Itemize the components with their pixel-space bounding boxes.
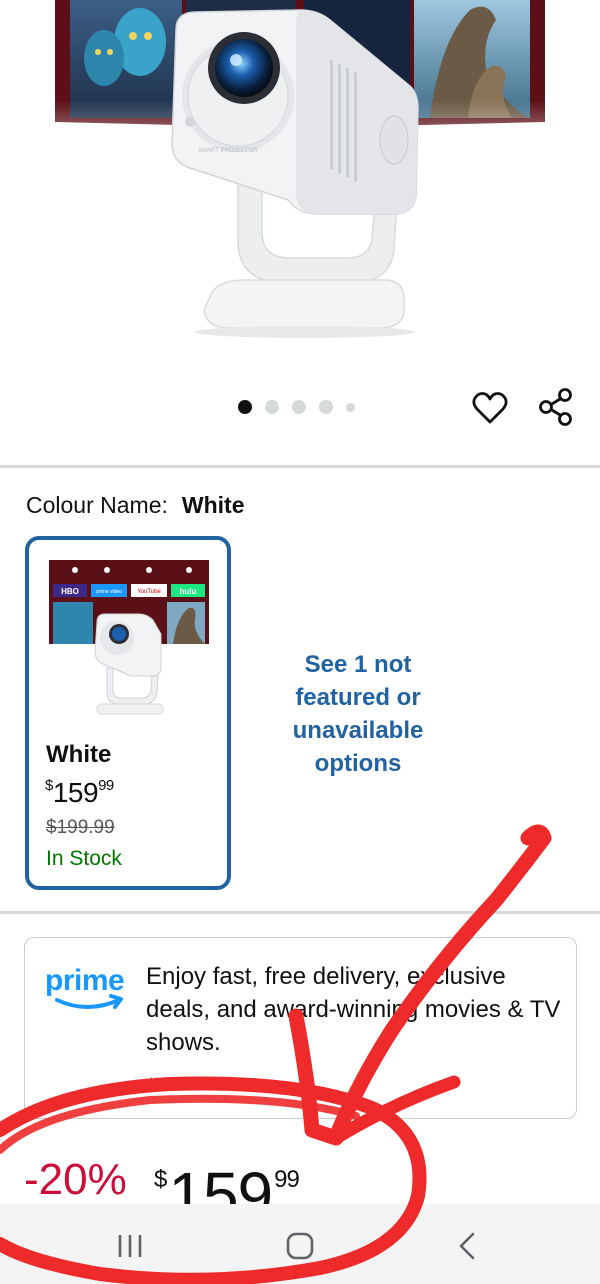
swatch-price-cents: 99 <box>98 777 114 794</box>
add-to-wishlist-button[interactable] <box>470 388 510 428</box>
thumb-app-prime-video: prime video <box>96 589 122 595</box>
back-icon <box>459 1232 475 1260</box>
heart-icon <box>472 392 508 424</box>
swatch-stock-status: In Stock <box>46 847 122 870</box>
colour-name-value: White <box>181 492 245 518</box>
device-label: SMART PROJECTOR <box>198 148 258 154</box>
prime-logo: prime <box>45 964 125 1009</box>
image-carousel-dots[interactable] <box>238 399 355 415</box>
thumb-app-youtube: YouTube <box>137 589 161 595</box>
back-button[interactable] <box>446 1224 490 1268</box>
thumb-app-hulu: hulu <box>180 587 197 596</box>
discount-percentage: -20% <box>24 1155 127 1204</box>
carousel-dot-2[interactable] <box>265 400 279 414</box>
carousel-dot-1[interactable] <box>238 400 252 414</box>
thumb-app-hbo: HBO <box>61 587 79 596</box>
colour-swatch-white[interactable]: HBO prime video YouTube hulu White $1599… <box>25 536 231 890</box>
price-currency: $ <box>154 1166 167 1193</box>
carousel-dot-5[interactable] <box>346 402 355 412</box>
see-unavailable-options-link[interactable]: See 1 not featured or unavailable option… <box>270 648 446 780</box>
section-divider <box>0 465 600 468</box>
product-image[interactable]: SMART PROJECTOR <box>0 0 600 380</box>
section-divider <box>0 911 600 914</box>
swatch-was-price: $199.99 <box>46 817 115 838</box>
colour-name-label: Colour Name: White <box>26 492 245 519</box>
prime-promo-more: ... <box>149 1066 167 1082</box>
swatch-thumbnail: HBO prime video YouTube hulu <box>49 560 209 720</box>
android-navigation-bar <box>0 1204 600 1284</box>
swatch-price-currency: $ <box>45 777 53 794</box>
recent-apps-button[interactable] <box>108 1224 152 1268</box>
swatch-price-whole: 159 <box>52 777 99 808</box>
carousel-dot-4[interactable] <box>319 400 333 414</box>
price-cents: 99 <box>274 1166 300 1193</box>
product-image-graphic: SMART PROJECTOR <box>0 0 600 338</box>
home-icon <box>286 1232 314 1260</box>
share-icon <box>539 388 572 426</box>
prime-promo-text: Enjoy fast, free delivery, exclusive dea… <box>146 963 561 1056</box>
swatch-price: $15999 <box>45 777 114 809</box>
recent-apps-icon <box>118 1235 142 1257</box>
prime-promo-card[interactable]: prime Enjoy fast, free delivery, exclusi… <box>24 937 577 1119</box>
prime-logo-text: prime <box>45 964 124 997</box>
share-button[interactable] <box>536 386 576 428</box>
carousel-dot-3[interactable] <box>292 400 306 414</box>
home-button[interactable] <box>278 1224 322 1268</box>
swatch-name: White <box>46 741 112 768</box>
colour-name-heading: Colour Name: <box>26 492 168 518</box>
